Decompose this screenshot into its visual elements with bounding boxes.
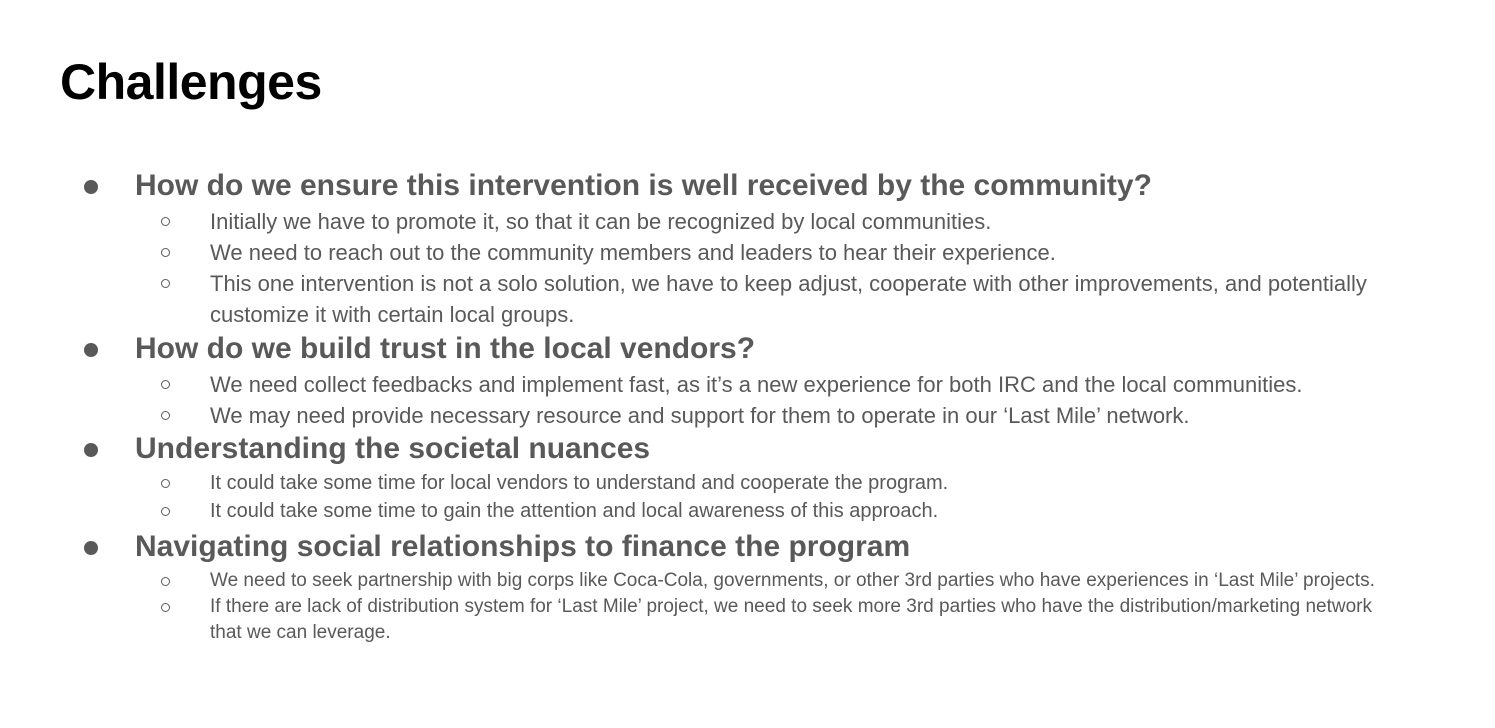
challenge-heading: How do we ensure this intervention is we… — [135, 169, 1152, 202]
hollow-bullet-icon — [161, 248, 170, 257]
sub-item-text: It could take some time to gain the atte… — [210, 500, 939, 522]
challenge-heading: Navigating social relationships to finan… — [135, 530, 911, 563]
slide: Challenges How do we ensure this interve… — [0, 0, 1495, 728]
sub-item: We need to reach out to the community me… — [135, 237, 1395, 268]
sub-item-text: It could take some time for local vendor… — [210, 472, 949, 494]
bullet-icon — [84, 343, 98, 357]
hollow-bullet-icon — [161, 380, 170, 389]
slide-title: Challenges — [60, 54, 322, 110]
challenge-heading: Understanding the societal nuances — [135, 432, 651, 465]
challenge-item: How do we build trust in the local vendo… — [0, 331, 1495, 431]
hollow-bullet-icon — [161, 217, 170, 226]
sub-item-text: We need to seek partnership with big cor… — [210, 570, 1375, 591]
sub-item: We may need provide necessary resource a… — [135, 400, 1395, 431]
hollow-bullet-icon — [161, 279, 170, 288]
sub-item: Initially we have to promote it, so that… — [135, 206, 1395, 237]
hollow-bullet-icon — [161, 411, 170, 420]
sub-item-text: This one intervention is not a solo solu… — [210, 271, 1367, 327]
sub-list: We need collect feedbacks and implement … — [135, 369, 1495, 431]
bullet-icon — [84, 443, 98, 457]
sub-item: It could take some time to gain the atte… — [135, 497, 1395, 525]
sub-list: It could take some time for local vendor… — [135, 469, 1495, 525]
bullet-icon — [84, 541, 98, 555]
challenge-item: How do we ensure this intervention is we… — [0, 168, 1495, 330]
bullet-icon — [84, 180, 98, 194]
sub-item-text: If there are lack of distribution system… — [210, 596, 1373, 643]
hollow-bullet-icon — [161, 603, 170, 612]
sub-item: We need collect feedbacks and implement … — [135, 369, 1495, 400]
challenge-item: Navigating social relationships to finan… — [0, 529, 1495, 646]
sub-item: If there are lack of distribution system… — [135, 594, 1395, 646]
sub-item: It could take some time for local vendor… — [135, 469, 1395, 497]
sub-item-text: We need collect feedbacks and implement … — [210, 372, 1303, 397]
sub-item-text: We may need provide necessary resource a… — [210, 403, 1190, 428]
challenge-item: Understanding the societal nuances It co… — [0, 431, 1495, 525]
sub-list: We need to seek partnership with big cor… — [135, 568, 1495, 646]
sub-item: We need to seek partnership with big cor… — [135, 568, 1395, 594]
sub-item: This one intervention is not a solo solu… — [135, 268, 1395, 330]
sub-list: Initially we have to promote it, so that… — [135, 206, 1495, 330]
hollow-bullet-icon — [161, 479, 170, 488]
hollow-bullet-icon — [161, 507, 170, 516]
sub-item-text: Initially we have to promote it, so that… — [210, 209, 992, 234]
sub-item-text: We need to reach out to the community me… — [210, 240, 1056, 265]
challenge-heading: How do we build trust in the local vendo… — [135, 332, 756, 365]
challenge-list: How do we ensure this intervention is we… — [0, 168, 1495, 646]
hollow-bullet-icon — [161, 577, 170, 586]
